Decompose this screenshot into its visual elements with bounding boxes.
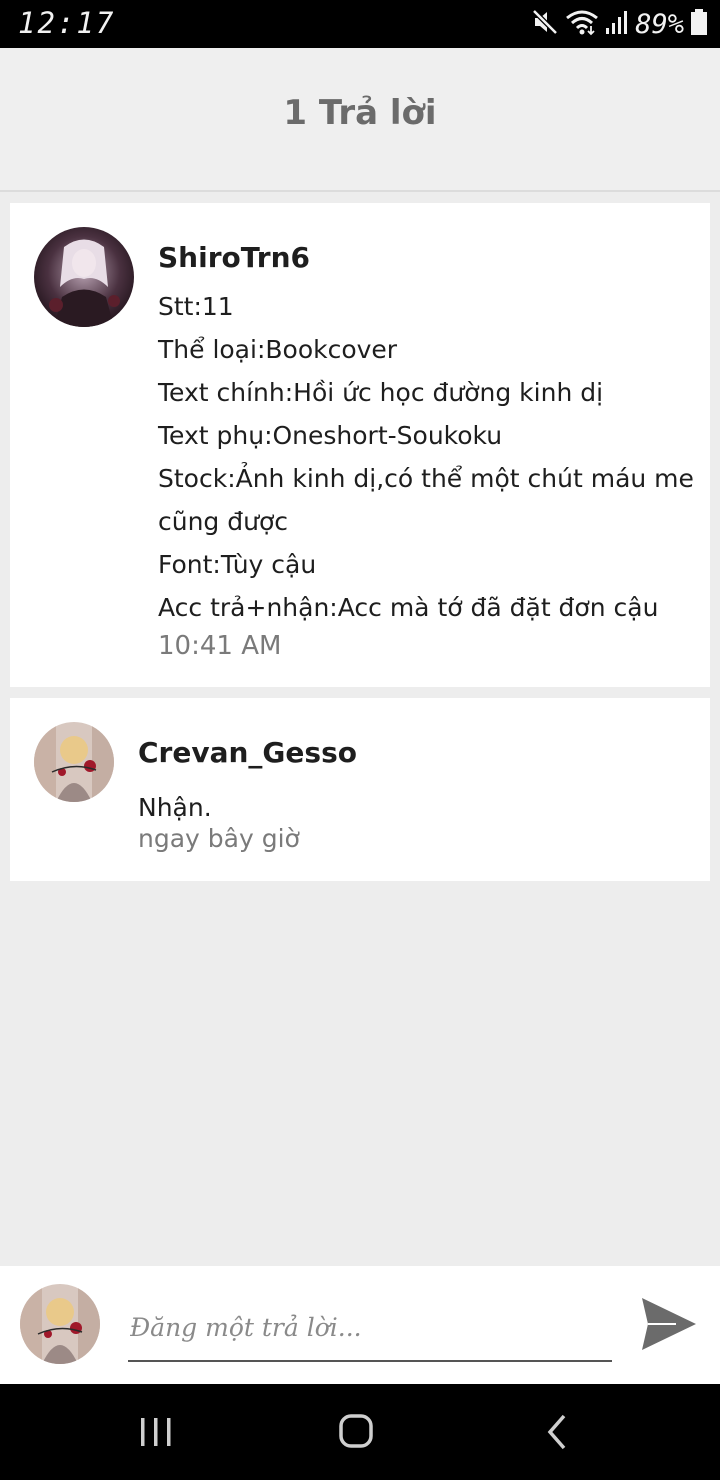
comment-text: Stt:11 Thể loại:Bookcover Text chính:Hồi… [158, 285, 698, 629]
username[interactable]: ShiroTrn6 [158, 241, 310, 274]
status-icons: 89% [531, 8, 708, 40]
reply-composer [0, 1266, 720, 1384]
avatar[interactable] [34, 722, 114, 802]
avatar [20, 1284, 100, 1364]
comment-line: Stock:Ảnh kinh dị,có thể một chút máu me [158, 464, 694, 493]
back-button[interactable] [528, 1406, 588, 1458]
back-icon [547, 1414, 566, 1450]
send-icon [642, 1298, 696, 1350]
status-time: 12:17 [18, 6, 116, 40]
comment-text: Nhận. [138, 786, 658, 829]
mute-icon [531, 8, 559, 40]
navigation-bar [0, 1384, 720, 1480]
header: 1 Trả lời [0, 48, 720, 192]
timestamp: ngay bây giờ [138, 824, 300, 853]
page-title: 1 Trả lời [283, 93, 437, 133]
recent-apps-button[interactable] [126, 1406, 186, 1458]
send-button[interactable] [636, 1292, 702, 1356]
comment-card: ShiroTrn6 Stt:11 Thể loại:Bookcover Text… [10, 203, 710, 687]
reply-input[interactable] [128, 1294, 612, 1362]
username[interactable]: Crevan_Gesso [138, 736, 357, 769]
comment-line: Thể loại:Bookcover [158, 335, 398, 364]
comment-line: Font:Tùy cậu [158, 550, 317, 579]
wifi-icon [565, 8, 599, 40]
battery-icon [690, 8, 708, 40]
signal-icon [605, 8, 629, 40]
battery-percent: 89% [635, 8, 684, 40]
comment-line: Text chính:Hồi ức học đường kinh dị [158, 378, 604, 407]
comment-line: Acc trả+nhận:Acc mà tớ đã đặt đơn cậu [158, 593, 659, 622]
timestamp: 10:41 AM [158, 631, 282, 661]
comment-card: Crevan_Gesso Nhận. ngay bây giờ [10, 698, 710, 881]
recent-apps-icon [141, 1418, 171, 1446]
comment-line: Nhận. [138, 793, 212, 822]
comment-line: Stt:11 [158, 292, 234, 321]
status-bar: 12:17 89% [0, 0, 720, 48]
home-icon [339, 1414, 373, 1448]
avatar[interactable] [34, 227, 134, 327]
home-button[interactable] [326, 1406, 386, 1458]
comment-line: cũng được [158, 507, 289, 536]
comment-line: Text phụ:Oneshort-Soukoku [158, 421, 503, 450]
